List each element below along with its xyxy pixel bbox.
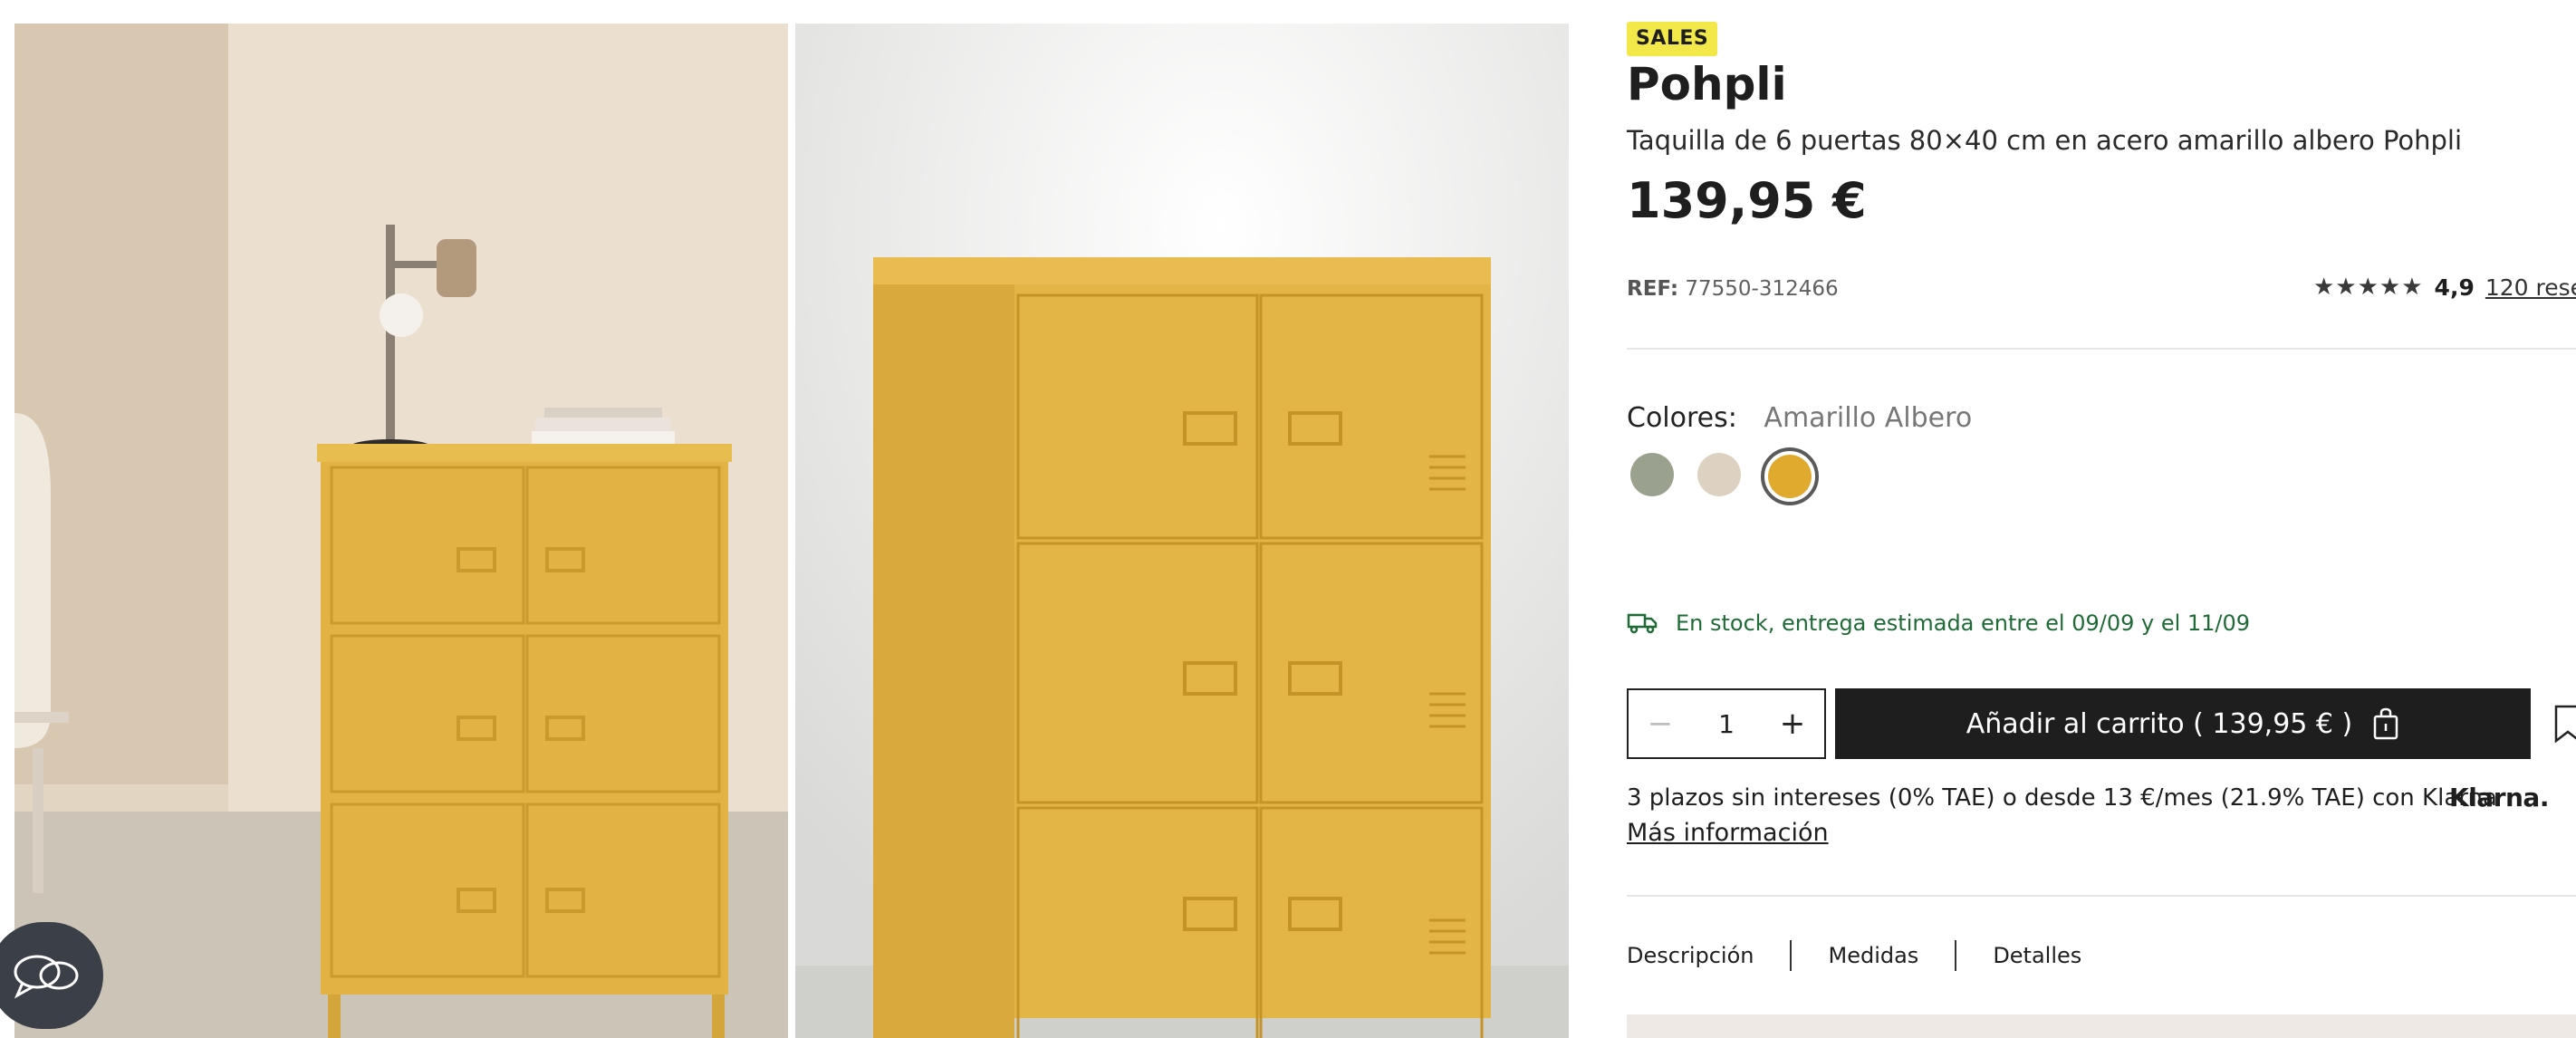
tab-separator (1955, 940, 1957, 971)
rating-stars-icon: ★★★★★ (2313, 274, 2424, 301)
divider (1627, 895, 2576, 897)
quantity-increase-button[interactable]: + (1761, 706, 1824, 742)
add-to-cart-label: Añadir al carrito ( 139,95 € ) (1966, 707, 2353, 740)
ref-label: REF: (1627, 277, 1679, 301)
color-swatch-green-grey[interactable] (1627, 449, 1677, 500)
shopping-bag-icon (2374, 707, 2398, 740)
divider (1627, 348, 2576, 350)
tab-content-panel (1627, 1014, 2576, 1038)
ref-value: 77550-312466 (1685, 277, 1839, 301)
rating-score: 4,9 (2434, 274, 2475, 301)
quantity-value[interactable]: 1 (1692, 709, 1761, 739)
colors-row: Colores: Amarillo Albero (1627, 402, 1972, 434)
product-info-panel: SALES Pohpli Taquilla de 6 puertas 80×40… (1627, 0, 2576, 1038)
truck-icon (1627, 613, 1658, 634)
chat-bubbles-icon (14, 955, 79, 999)
color-swatch-amarillo-albero[interactable] (1761, 447, 1819, 505)
product-title: Taquilla de 6 puertas 80×40 cm en acero … (1627, 125, 2463, 156)
room-scene-image (14, 24, 788, 1038)
product-price: 139,95 € (1627, 172, 1867, 229)
tab-detalles[interactable]: Detalles (1993, 943, 2081, 968)
product-photo-studio[interactable] (795, 24, 1569, 1038)
product-brand: Pohpli (1627, 58, 1787, 111)
stock-text: En stock, entrega estimada entre el 09/0… (1676, 610, 2251, 636)
color-swatch-beige[interactable] (1694, 449, 1745, 500)
product-ref: REF: 77550-312466 (1627, 277, 1839, 301)
wishlist-icon[interactable] (2554, 705, 2576, 745)
klarna-logo: Klarna. (2449, 783, 2549, 812)
product-gallery (14, 24, 1569, 1038)
studio-scene-image (795, 24, 1569, 1038)
product-photo-room[interactable] (14, 24, 788, 1038)
reviews-link[interactable]: 120 rese (2485, 274, 2576, 301)
chat-button[interactable] (0, 922, 103, 1029)
klarna-installments-text: 3 plazos sin intereses (0% TAE) o desde … (1627, 784, 2497, 812)
colors-label: Colores: (1627, 402, 1737, 434)
tab-descripcion[interactable]: Descripción (1627, 943, 1754, 968)
product-tabs: Descripción Medidas Detalles (1627, 940, 2081, 971)
quantity-decrease-button[interactable]: − (1629, 706, 1692, 742)
stock-status: En stock, entrega estimada entre el 09/0… (1627, 610, 2250, 636)
quantity-stepper: − 1 + (1627, 688, 1826, 759)
tab-separator (1790, 940, 1793, 971)
product-rating[interactable]: ★★★★★ 4,9 120 rese (2313, 274, 2576, 301)
sales-badge: SALES (1627, 22, 1718, 56)
tab-medidas[interactable]: Medidas (1828, 943, 1918, 968)
selected-color-name: Amarillo Albero (1764, 402, 1973, 434)
add-to-cart-button[interactable]: Añadir al carrito ( 139,95 € ) (1835, 688, 2531, 759)
more-info-link[interactable]: Más información (1627, 819, 1829, 847)
